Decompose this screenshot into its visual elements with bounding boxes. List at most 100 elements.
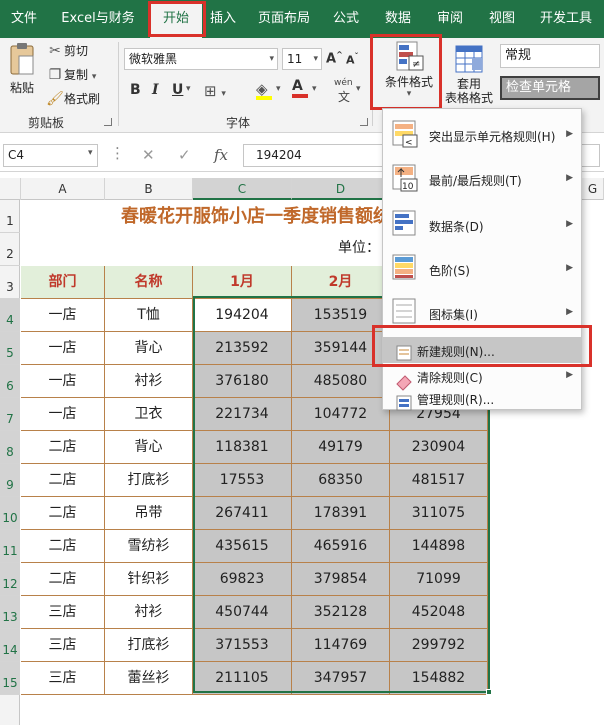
table-cell[interactable]: 二店: [21, 563, 105, 596]
table-cell[interactable]: 230904: [390, 431, 488, 464]
table-cell[interactable]: 打底衫: [105, 464, 193, 497]
row-header[interactable]: 1: [0, 200, 20, 233]
table-cell[interactable]: 452048: [390, 596, 488, 629]
menu-item-top-bottom-rules[interactable]: 10 最前/最后规则(T) ▶: [383, 161, 581, 197]
row-header[interactable]: 5: [0, 332, 20, 365]
table-cell[interactable]: T恤: [105, 299, 193, 332]
table-cell[interactable]: 一店: [21, 332, 105, 365]
table-cell[interactable]: 一店: [21, 299, 105, 332]
menu-item-color-scales[interactable]: 色阶(S) ▶: [383, 251, 581, 287]
menu-item-icon-sets[interactable]: 图标集(I) ▶: [383, 295, 581, 331]
clipboard-launcher-icon[interactable]: [104, 118, 112, 126]
format-painter-button[interactable]: 🖌格式刷: [46, 90, 100, 107]
name-box[interactable]: C4: [3, 144, 98, 167]
fill-handle[interactable]: [486, 689, 492, 695]
menu-item-data-bars[interactable]: 数据条(D) ▶: [383, 207, 581, 243]
table-cell[interactable]: 二店: [21, 431, 105, 464]
table-cell[interactable]: 485080: [292, 365, 390, 398]
table-cell[interactable]: 194204: [193, 299, 292, 332]
table-cell[interactable]: 118381: [193, 431, 292, 464]
table-cell[interactable]: 68350: [292, 464, 390, 497]
cut-button[interactable]: ✂ 剪切: [46, 42, 88, 59]
table-cell[interactable]: 71099: [390, 563, 488, 596]
name-box-dropdown-icon[interactable]: ▾: [88, 148, 93, 158]
copy-dropdown-icon[interactable]: ▾: [92, 72, 97, 82]
font-color-dropdown-icon[interactable]: ▾: [312, 84, 317, 94]
table-cell[interactable]: 二店: [21, 464, 105, 497]
tab-page-layout[interactable]: 页面布局: [252, 0, 316, 38]
table-cell[interactable]: 435615: [193, 530, 292, 563]
row-header[interactable]: 3: [0, 266, 20, 299]
row-header[interactable]: 8: [0, 431, 20, 464]
row-header[interactable]: 12: [0, 563, 20, 596]
table-cell[interactable]: 450744: [193, 596, 292, 629]
table-cell[interactable]: 211105: [193, 662, 292, 695]
conditional-format-button[interactable]: ≠ 条件格式 ▾: [378, 40, 440, 102]
row-header[interactable]: 15: [0, 662, 20, 695]
row-header[interactable]: 9: [0, 464, 20, 497]
tab-home[interactable]: 开始: [150, 4, 202, 38]
menu-item-highlight-rules[interactable]: < 突出显示单元格规则(H) ▶: [383, 117, 581, 153]
table-cell[interactable]: 17553: [193, 464, 292, 497]
table-format-button[interactable]: 套用 表格格式: [444, 44, 494, 105]
phonetic-button[interactable]: wén 文: [334, 78, 353, 105]
table-cell[interactable]: 背心: [105, 332, 193, 365]
table-cell[interactable]: 卫衣: [105, 398, 193, 431]
table-cell[interactable]: 三店: [21, 629, 105, 662]
table-cell[interactable]: 二店: [21, 530, 105, 563]
table-cell[interactable]: 178391: [292, 497, 390, 530]
confirm-button[interactable]: ✓: [178, 146, 191, 164]
table-cell[interactable]: 213592: [193, 332, 292, 365]
table-cell[interactable]: 371553: [193, 629, 292, 662]
font-size-select[interactable]: 11 ▾: [282, 48, 322, 70]
tab-file[interactable]: 文件: [4, 0, 44, 38]
table-cell[interactable]: 267411: [193, 497, 292, 530]
table-cell[interactable]: 三店: [21, 596, 105, 629]
table-cell[interactable]: 打底衫: [105, 629, 193, 662]
font-launcher-icon[interactable]: [360, 118, 368, 126]
tab-review[interactable]: 审阅: [432, 0, 468, 38]
table-cell[interactable]: 359144: [292, 332, 390, 365]
column-header-a[interactable]: A: [21, 178, 105, 200]
tab-formulas[interactable]: 公式: [328, 0, 364, 38]
table-cell[interactable]: 一店: [21, 398, 105, 431]
menu-item-manage-rules[interactable]: 管理规则(R)...: [383, 387, 581, 411]
tab-excel-finance[interactable]: Excel与财务: [56, 0, 140, 38]
tab-view[interactable]: 视图: [484, 0, 520, 38]
italic-button[interactable]: I: [152, 82, 159, 98]
row-header[interactable]: 2: [0, 233, 20, 266]
row-header[interactable]: 13: [0, 596, 20, 629]
row-header[interactable]: 4: [0, 299, 20, 332]
menu-item-clear-rules[interactable]: 清除规则(C) ▶: [383, 365, 581, 391]
table-header-cell[interactable]: 名称: [105, 266, 193, 299]
table-cell[interactable]: 154882: [390, 662, 488, 695]
fill-dropdown-icon[interactable]: ▾: [276, 84, 281, 94]
insert-function-button[interactable]: fx: [214, 146, 228, 164]
tab-insert[interactable]: 插入: [206, 0, 240, 38]
table-cell[interactable]: 347957: [292, 662, 390, 695]
table-cell[interactable]: 144898: [390, 530, 488, 563]
table-cell[interactable]: 376180: [193, 365, 292, 398]
row-header[interactable]: 7: [0, 398, 20, 431]
phonetic-dropdown-icon[interactable]: ▾: [356, 84, 361, 94]
tab-data[interactable]: 数据: [380, 0, 416, 38]
row-header[interactable]: 6: [0, 365, 20, 398]
column-header-b[interactable]: B: [105, 178, 193, 200]
table-cell[interactable]: 104772: [292, 398, 390, 431]
table-header-cell[interactable]: 部门: [21, 266, 105, 299]
select-all-corner[interactable]: [0, 178, 21, 200]
table-cell[interactable]: 针织衫: [105, 563, 193, 596]
table-header-cell[interactable]: 2月: [292, 266, 390, 299]
table-cell[interactable]: 吊带: [105, 497, 193, 530]
table-cell[interactable]: 蕾丝衫: [105, 662, 193, 695]
font-color-button[interactable]: A: [292, 78, 308, 98]
table-header-cell[interactable]: 1月: [193, 266, 292, 299]
table-cell[interactable]: 114769: [292, 629, 390, 662]
menu-item-new-rule[interactable]: 新建规则(N)...: [383, 337, 581, 363]
table-cell[interactable]: 221734: [193, 398, 292, 431]
table-cell[interactable]: 衬衫: [105, 365, 193, 398]
row-header[interactable]: 11: [0, 530, 20, 563]
cell-style-check[interactable]: 检查单元格: [500, 76, 600, 100]
font-name-select[interactable]: 微软雅黑 ▾: [124, 48, 278, 70]
fill-color-button[interactable]: ◈: [256, 80, 272, 100]
